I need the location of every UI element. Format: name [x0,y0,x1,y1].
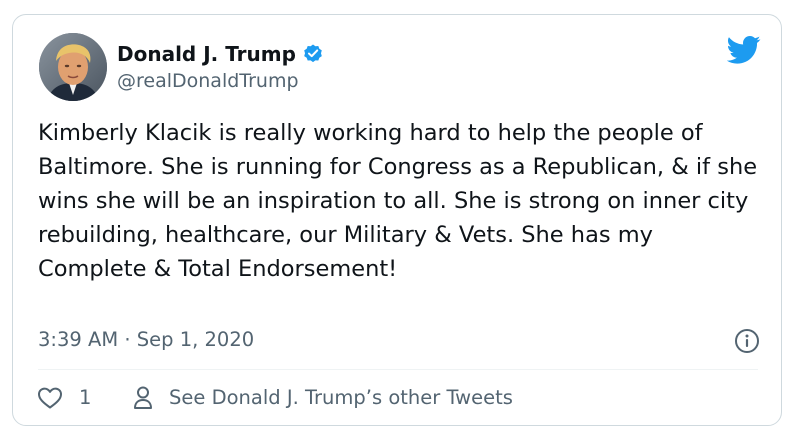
heart-icon[interactable] [37,386,63,410]
verified-badge-icon [304,44,322,63]
author-display-name[interactable]: Donald J. Trump [117,41,296,67]
avatar-image [39,33,107,101]
see-other-tweets-link[interactable]: See Donald J. Trump’s other Tweets [169,385,513,411]
tweet-card: Donald J. Trump @realDonaldTrump Kimberl… [12,14,782,426]
twitter-bird-icon[interactable] [727,35,761,65]
tweet-timestamp[interactable]: 3:39 AM · Sep 1, 2020 [38,327,254,353]
author-handle[interactable]: @realDonaldTrump [117,69,299,93]
like-count: 1 [79,386,92,409]
info-icon[interactable] [734,328,760,354]
person-icon[interactable] [133,385,153,411]
divider [38,369,758,370]
avatar[interactable] [39,33,107,101]
tweet-text: Kimberly Klacik is really working hard t… [38,120,758,282]
